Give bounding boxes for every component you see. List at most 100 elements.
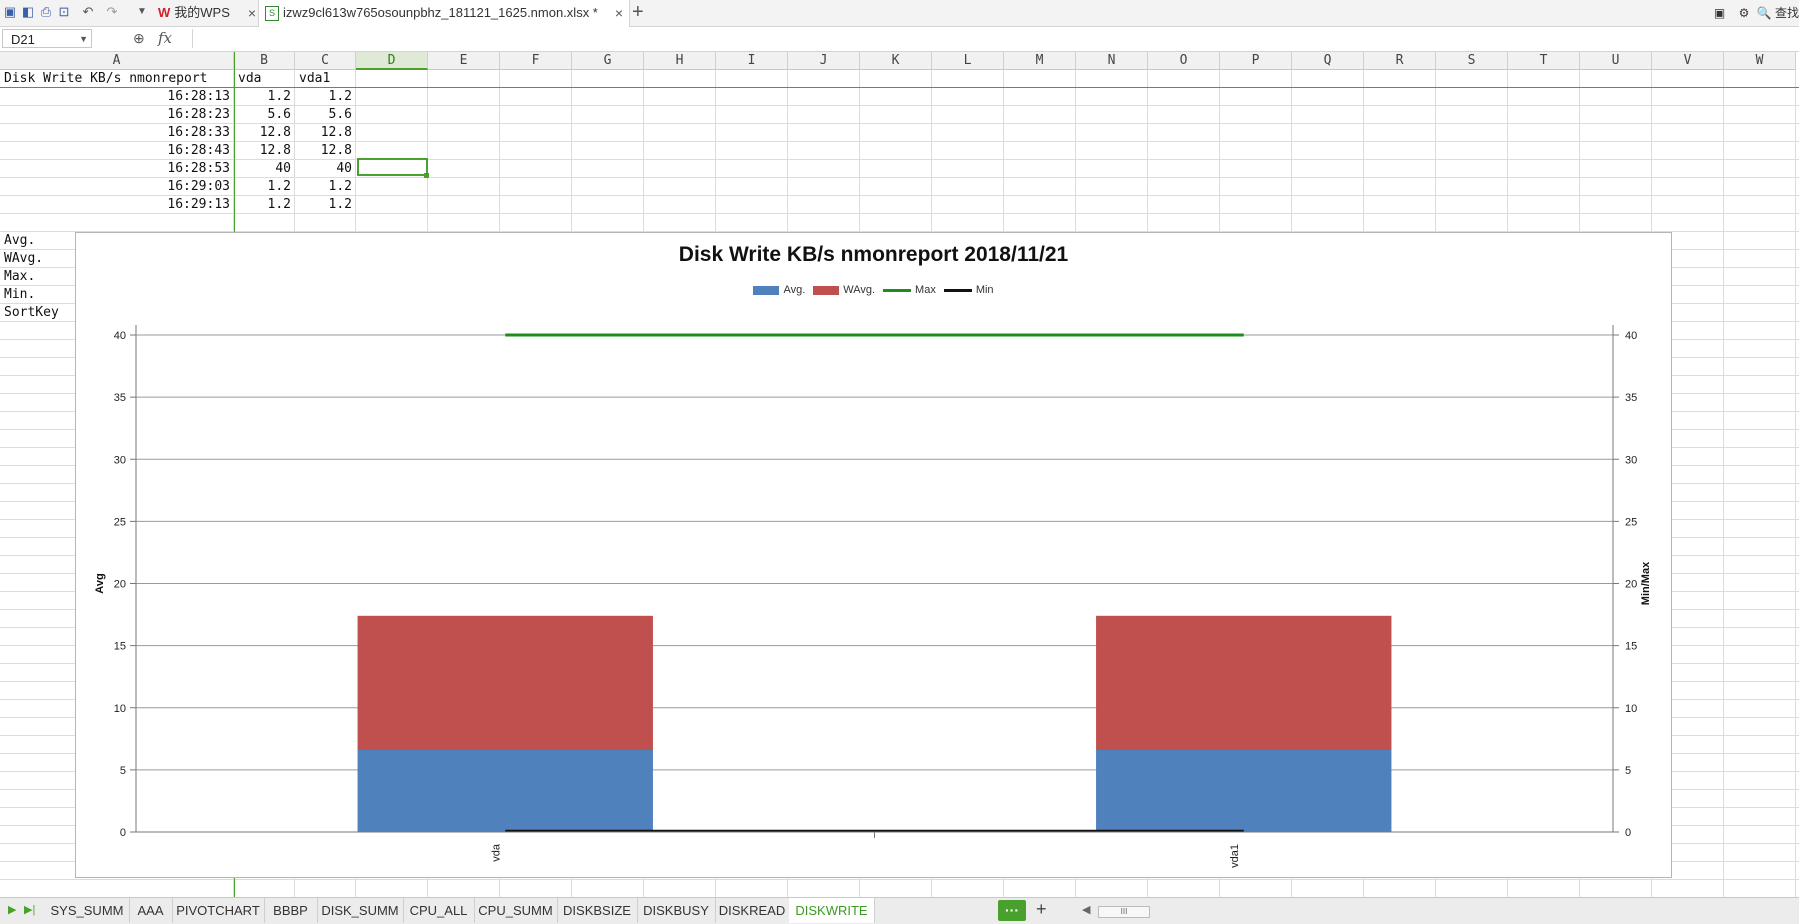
column-header-j[interactable]: J [788, 52, 860, 70]
column-header-p[interactable]: P [1220, 52, 1292, 70]
cell[interactable]: 40 [299, 160, 352, 178]
column-header-o[interactable]: O [1148, 52, 1220, 70]
redo-icon[interactable]: ↷ [104, 4, 120, 20]
cell[interactable]: 1.2 [238, 196, 291, 214]
cell[interactable]: vda1 [299, 70, 352, 88]
sheet-tab-cpu-summ[interactable]: CPU_SUMM [474, 898, 558, 923]
settings-icon[interactable]: ⚙ [1739, 6, 1750, 20]
fill-handle[interactable] [424, 173, 429, 178]
name-box[interactable]: D21 ▼ [2, 29, 92, 48]
legend-item: Avg. [753, 284, 805, 296]
column-header-s[interactable]: S [1436, 52, 1508, 70]
legend-swatch [813, 285, 840, 295]
column-header-l[interactable]: L [932, 52, 1004, 70]
cell[interactable]: 16:28:13 [4, 88, 230, 106]
spreadsheet-file-icon: S [265, 6, 279, 22]
column-header-q[interactable]: Q [1292, 52, 1364, 70]
add-sheet-button[interactable]: + [1036, 899, 1047, 920]
scroll-left-icon[interactable]: ◀ [1082, 903, 1090, 916]
cell[interactable]: 40 [238, 160, 291, 178]
column-header-b[interactable]: B [234, 52, 295, 70]
column-header-k[interactable]: K [860, 52, 932, 70]
column-header-m[interactable]: M [1004, 52, 1076, 70]
tab-file[interactable]: Sizwz9cl613w765osounpbhz_181121_1625.nmo… [258, 0, 630, 27]
column-header-c[interactable]: C [295, 52, 356, 70]
legend-swatch [943, 288, 972, 292]
sheet-tab-diskwrite[interactable]: DISKWRITE [789, 898, 875, 923]
sheet-tab-bbbp[interactable]: BBBP [264, 898, 318, 923]
bar-avg [1096, 749, 1392, 832]
cell[interactable]: 16:28:33 [4, 124, 230, 142]
chevron-down-icon[interactable]: ▼ [79, 30, 88, 49]
column-header-i[interactable]: I [716, 52, 788, 70]
sheet-tab-diskbsize[interactable]: DISKBSIZE [557, 898, 638, 923]
disk-write-chart[interactable]: 0 0 5 5 10 10 15 15 20 20 25 25 30 30 35 35 40 40 Avg Min/M… [75, 232, 1672, 878]
cell[interactable]: vda [238, 70, 291, 88]
cell[interactable]: 16:29:13 [4, 196, 230, 214]
y-axis-title: Avg [94, 573, 106, 593]
column-header-v[interactable]: V [1652, 52, 1724, 70]
sheet-tab-sys-summ[interactable]: SYS_SUMM [45, 898, 130, 923]
sheet-tab-diskbusy[interactable]: DISKBUSY [637, 898, 716, 923]
column-header-g[interactable]: G [572, 52, 644, 70]
cell[interactable]: 16:28:43 [4, 142, 230, 160]
cell[interactable]: 1.2 [299, 88, 352, 106]
cell[interactable]: 1.2 [238, 178, 291, 196]
cell[interactable]: 5.6 [299, 106, 352, 124]
y-tick-label: 40 [114, 330, 126, 342]
insert-function-icon[interactable]: fx [158, 29, 172, 47]
print-preview-icon[interactable]: ⊡ [56, 4, 72, 20]
export-pdf-icon[interactable]: ◧ [20, 4, 36, 20]
print-icon[interactable]: ⎙ [38, 4, 54, 20]
cell[interactable]: 1.2 [238, 88, 291, 106]
column-header-e[interactable]: E [428, 52, 500, 70]
column-header-d[interactable]: D [356, 52, 428, 70]
zoom-icon[interactable]: ⊕ [133, 30, 145, 47]
sheet-tab-diskread[interactable]: DISKREAD [715, 898, 790, 923]
search-icon[interactable]: 🔍 [1757, 6, 1772, 20]
column-header-f[interactable]: F [500, 52, 572, 70]
sheet-tab-cpu-all[interactable]: CPU_ALL [403, 898, 475, 923]
tab-my-wps[interactable]: W 我的WPS × [158, 0, 262, 26]
column-header-t[interactable]: T [1508, 52, 1580, 70]
horizontal-scrollbar-thumb[interactable]: III [1098, 906, 1150, 918]
save-icon[interactable]: ▣ [2, 4, 18, 20]
column-header-r[interactable]: R [1364, 52, 1436, 70]
column-header-u[interactable]: U [1580, 52, 1652, 70]
cell[interactable]: 12.8 [238, 142, 291, 160]
sheet-tab-disk-summ[interactable]: DISK_SUMM [317, 898, 404, 923]
cell[interactable]: 1.2 [299, 196, 352, 214]
column-header-h[interactable]: H [644, 52, 716, 70]
cell[interactable]: 12.8 [299, 124, 352, 142]
column-header-w[interactable]: W [1724, 52, 1796, 70]
close-icon[interactable]: × [615, 0, 623, 26]
legend-label: WAvg. [843, 284, 876, 296]
legend-label: Max [915, 284, 936, 296]
column-header-n[interactable]: N [1076, 52, 1148, 70]
cell[interactable]: 5.6 [238, 106, 291, 124]
new-tab-button[interactable]: + [632, 1, 644, 24]
close-icon[interactable]: × [248, 0, 256, 26]
sheet-tab-aaa[interactable]: AAA [129, 898, 173, 923]
y2-tick-label: 40 [1625, 330, 1637, 342]
more-sheets-button[interactable]: ··· [998, 900, 1026, 921]
cell[interactable]: 12.8 [238, 124, 291, 142]
cell[interactable]: 16:28:23 [4, 106, 230, 124]
undo-icon[interactable]: ↶ [80, 4, 96, 20]
sheet-tab-pivotchart[interactable]: PIVOTCHART [172, 898, 265, 923]
cell[interactable]: 1.2 [299, 178, 352, 196]
window-icon[interactable]: ▣ [1714, 6, 1725, 20]
cell[interactable]: 16:29:03 [4, 178, 230, 196]
first-sheet-icon[interactable]: ▶ [8, 903, 16, 916]
selected-cell[interactable] [357, 158, 428, 176]
cell[interactable]: 16:28:53 [4, 160, 230, 178]
y-tick-label: 0 [120, 827, 126, 839]
last-sheet-icon[interactable]: ▶| [24, 903, 35, 916]
customize-dropdown-icon[interactable]: ▼ [134, 4, 150, 20]
cell[interactable]: 12.8 [299, 142, 352, 160]
bar-wavg [357, 615, 653, 750]
column-header-a[interactable]: A [0, 52, 234, 70]
y-tick-label: 5 [120, 765, 126, 777]
search-label[interactable]: 查找 [1775, 6, 1799, 20]
formula-input[interactable] [192, 29, 1793, 48]
